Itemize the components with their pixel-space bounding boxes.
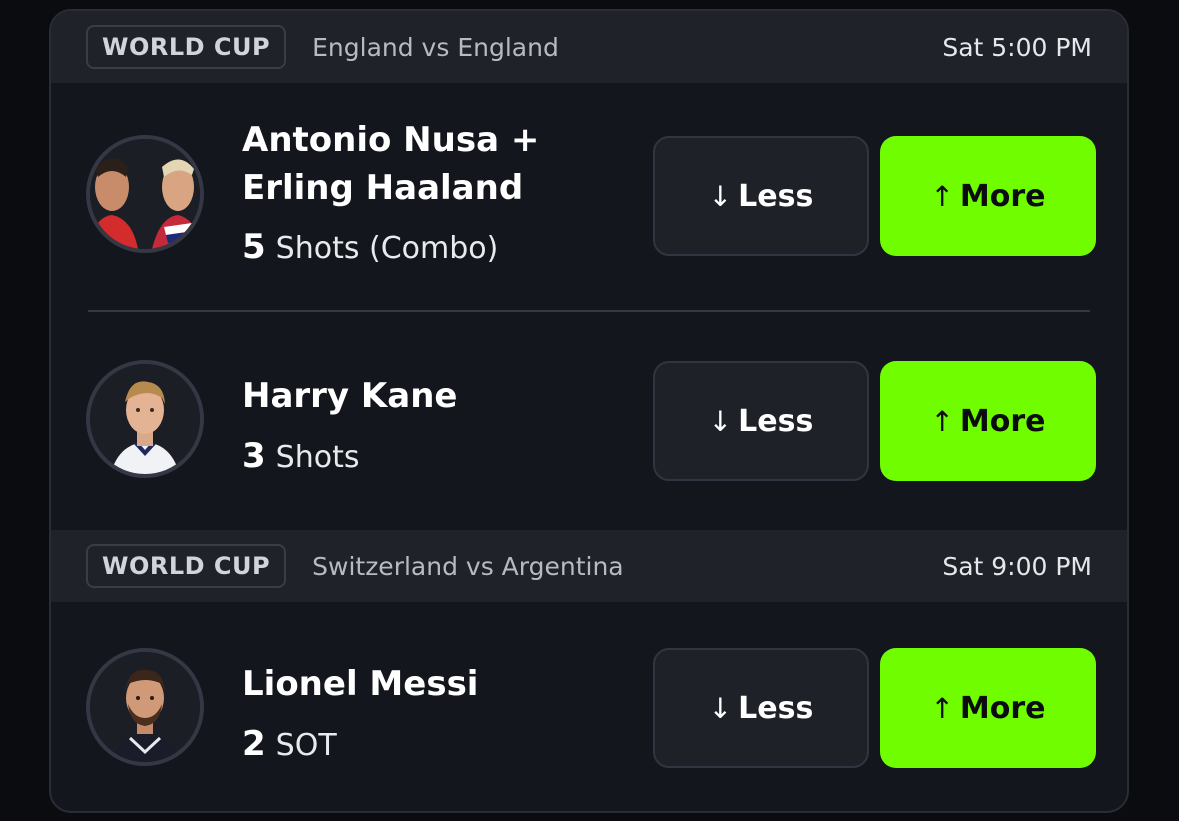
line-value: 5: [242, 227, 266, 267]
line-value: 2: [242, 724, 266, 764]
arrow-down-icon: ↓: [708, 179, 733, 213]
more-button-label: More: [959, 403, 1046, 439]
player-name: Lionel Messi: [242, 664, 479, 704]
pick-row: Lionel Messi 2 SOT ↓ Less ↑ More: [51, 602, 1127, 811]
league-badge: WORLD CUP: [86, 25, 287, 69]
player-photo-icon: [90, 364, 200, 474]
stat-label: Shots (Combo): [275, 231, 499, 266]
matchup-label: England vs England: [312, 32, 559, 62]
arrow-up-icon: ↑: [930, 691, 954, 725]
picks-card: WORLD CUP England vs England Sat 5:00 PM…: [49, 9, 1129, 813]
stat-line: 2 SOT: [242, 724, 337, 764]
matchup-label: Switzerland vs Argentina: [312, 551, 624, 581]
game-header: WORLD CUP Switzerland vs Argentina Sat 9…: [51, 530, 1127, 602]
stat-line: 5 Shots (Combo): [242, 227, 498, 267]
league-badge: WORLD CUP: [86, 544, 287, 588]
player-avatar: [86, 135, 204, 253]
arrow-up-icon: ↑: [930, 179, 954, 213]
stat-label: Shots: [275, 440, 360, 475]
less-button-label: Less: [738, 690, 814, 726]
less-button[interactable]: ↓ Less: [653, 361, 869, 481]
less-button[interactable]: ↓ Less: [653, 136, 869, 256]
more-button[interactable]: ↑ More: [880, 648, 1096, 768]
arrow-down-icon: ↓: [708, 691, 733, 725]
player-avatar: [86, 360, 204, 478]
game-time: Sat 5:00 PM: [942, 32, 1092, 62]
pick-row: Antonio Nusa + Erling Haaland 5 Shots (Co…: [51, 83, 1127, 313]
less-button-label: Less: [738, 403, 814, 439]
player-photo-icon: [90, 652, 200, 762]
pick-row: Harry Kane 3 Shots ↓ Less ↑ More: [51, 312, 1127, 542]
arrow-up-icon: ↑: [930, 404, 954, 438]
less-button[interactable]: ↓ Less: [653, 648, 869, 768]
game-header: WORLD CUP England vs England Sat 5:00 PM: [51, 11, 1127, 83]
more-button[interactable]: ↑ More: [880, 361, 1096, 481]
game-time: Sat 9:00 PM: [942, 551, 1092, 581]
player-name: Harry Kane: [242, 376, 458, 416]
more-button[interactable]: ↑ More: [880, 136, 1096, 256]
stat-label: SOT: [275, 728, 337, 763]
player-name: Antonio Nusa + Erling Haaland: [242, 120, 540, 208]
less-button-label: Less: [738, 178, 814, 214]
more-button-label: More: [959, 178, 1046, 214]
player-photo-icon: [90, 139, 200, 249]
arrow-down-icon: ↓: [708, 404, 733, 438]
stat-line: 3 Shots: [242, 436, 359, 476]
more-button-label: More: [959, 690, 1046, 726]
player-avatar: [86, 648, 204, 766]
line-value: 3: [242, 436, 266, 476]
